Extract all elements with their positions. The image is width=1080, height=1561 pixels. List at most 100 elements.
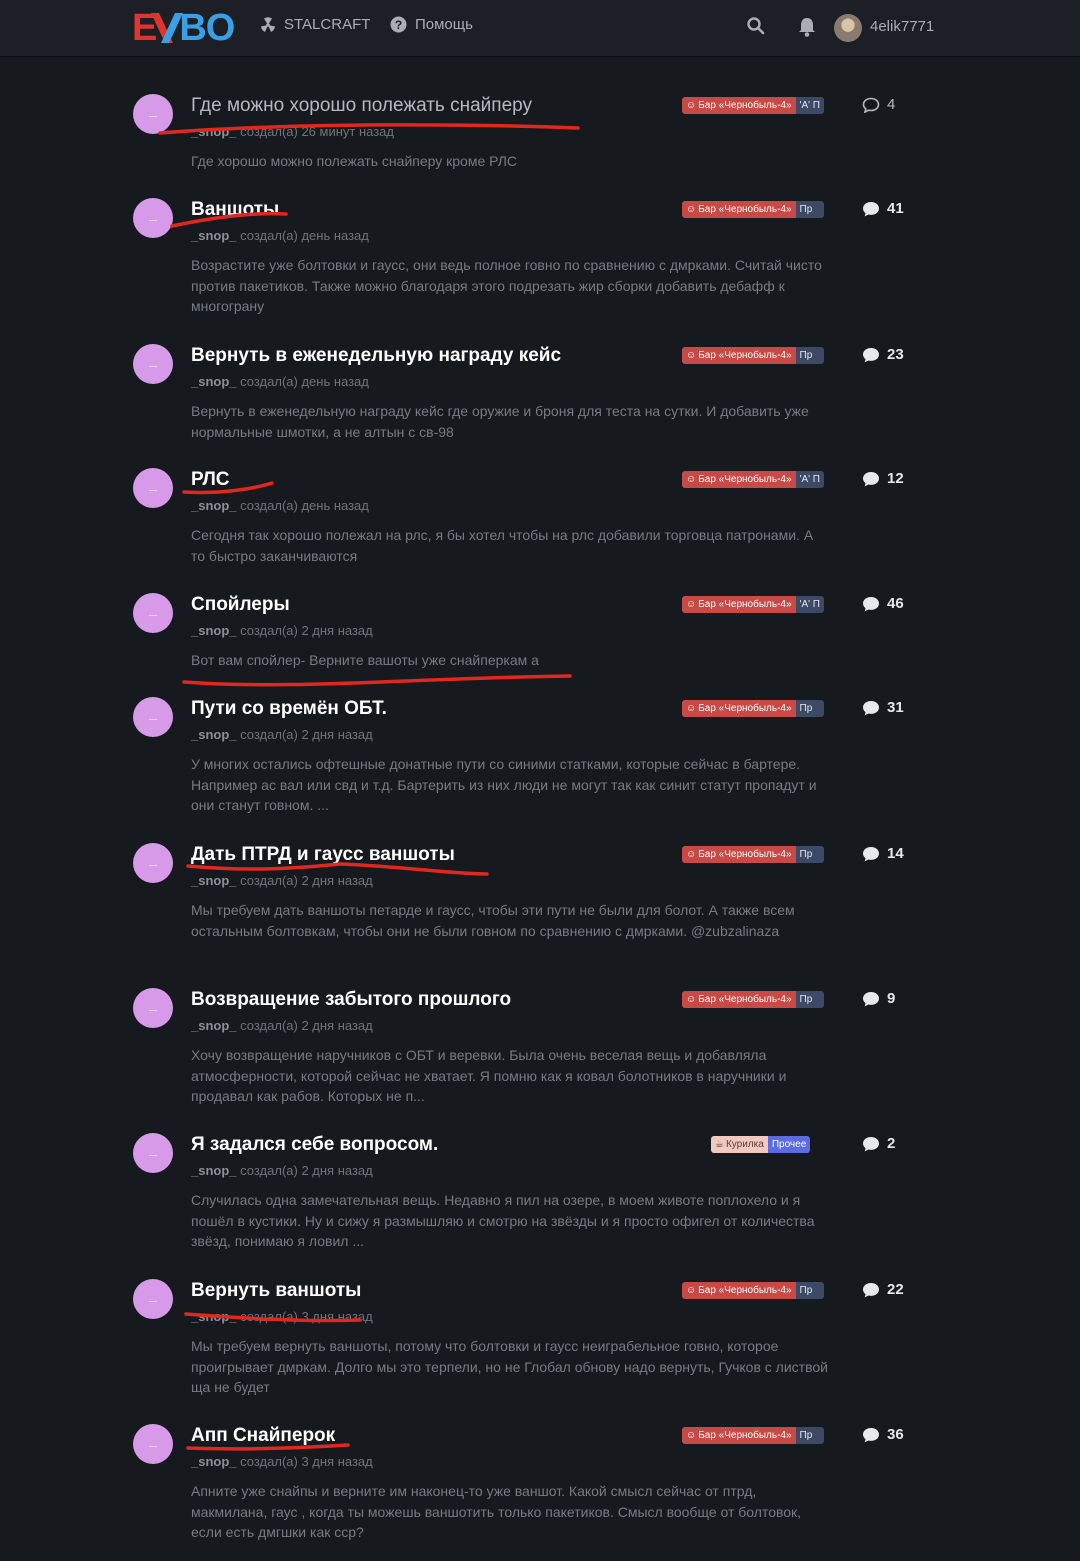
username[interactable]: 4elik7771 bbox=[870, 18, 934, 35]
topic-meta: _snop_ создал(а) 2 дня назад bbox=[191, 623, 373, 638]
author-avatar[interactable]: _ bbox=[133, 344, 173, 384]
tag-primary-label: Бар «Чернобыль-4» bbox=[698, 599, 792, 610]
comment-icon bbox=[863, 1282, 879, 1297]
tag-secondary[interactable]: Пр bbox=[795, 700, 824, 717]
topic-title[interactable]: Я задался себе вопросом. bbox=[191, 1134, 438, 1156]
tag-secondary-label: 'А' П bbox=[799, 100, 820, 111]
tag-secondary-label: Пр bbox=[799, 1285, 813, 1296]
tag-secondary[interactable]: Пр bbox=[795, 347, 824, 364]
topic-meta: _snop_ создал(а) 2 дня назад bbox=[191, 873, 373, 888]
topic-author[interactable]: _snop_ bbox=[191, 873, 237, 888]
tag-primary-label: Бар «Чернобыль-4» bbox=[698, 994, 792, 1005]
topic-title[interactable]: Вернуть в еженедельную награду кейс bbox=[191, 345, 561, 367]
tag-primary[interactable]: ☺ Бар «Чернобыль-4» bbox=[682, 347, 796, 364]
bell-icon[interactable] bbox=[797, 16, 817, 38]
topic-title[interactable]: Пути со времён ОБТ. bbox=[191, 698, 387, 720]
nav-help-label: Помощь bbox=[415, 16, 473, 33]
topic-created: создал(а) 3 дня назад bbox=[240, 1454, 373, 1469]
author-avatar[interactable]: _ bbox=[133, 988, 173, 1028]
reply-count: 9 bbox=[862, 990, 895, 1007]
topic-title[interactable]: Где можно хорошо полежать снайперу bbox=[191, 95, 532, 117]
tag-primary[interactable]: ☺ Бар «Чернобыль-4» bbox=[682, 97, 796, 114]
topic-title[interactable]: Апп Снайперок bbox=[191, 1425, 335, 1447]
comment-icon bbox=[863, 201, 879, 216]
topic-author[interactable]: _snop_ bbox=[191, 498, 237, 513]
topic-title[interactable]: Ваншоты bbox=[191, 199, 279, 221]
nav-stalcraft[interactable]: STALCRAFT bbox=[260, 16, 370, 33]
topic-created: создал(а) 2 дня назад bbox=[240, 1018, 373, 1033]
tag-secondary[interactable]: Пр bbox=[795, 991, 824, 1008]
reply-count: 41 bbox=[862, 200, 904, 217]
tag-secondary-label: 'А' П bbox=[799, 474, 820, 485]
topic-author[interactable]: _snop_ bbox=[191, 1454, 237, 1469]
tag-primary[interactable]: ☺ Бар «Чернобыль-4» bbox=[682, 596, 796, 613]
topic-title[interactable]: РЛС bbox=[191, 469, 230, 491]
topic-excerpt: Вернуть в еженедельную награду кейс где … bbox=[191, 403, 809, 440]
topic-title[interactable]: Вернуть ваншоты bbox=[191, 1280, 361, 1302]
tag-secondary[interactable]: 'А' П bbox=[795, 97, 824, 114]
tag-primary[interactable]: ☕ Курилка bbox=[711, 1136, 768, 1153]
tag-primary[interactable]: ☺ Бар «Чернобыль-4» bbox=[682, 846, 796, 863]
tag-secondary-label: Пр bbox=[799, 994, 813, 1005]
author-avatar[interactable]: _ bbox=[133, 1279, 173, 1319]
tag-secondary[interactable]: Пр bbox=[795, 1427, 824, 1444]
tag-secondary[interactable]: 'А' П bbox=[795, 471, 824, 488]
comment-icon bbox=[863, 700, 879, 715]
tag-primary[interactable]: ☺ Бар «Чернобыль-4» bbox=[682, 1427, 796, 1444]
author-avatar[interactable]: _ bbox=[133, 1133, 173, 1173]
comment-icon bbox=[863, 596, 879, 611]
tag-secondary-label: Пр bbox=[799, 350, 813, 361]
topic-title[interactable]: Дать ПТРД и гаусс ваншоты bbox=[191, 844, 455, 866]
author-avatar[interactable]: _ bbox=[133, 843, 173, 883]
tag-secondary[interactable]: Пр bbox=[795, 201, 824, 218]
tag-secondary[interactable]: 'А' П bbox=[795, 596, 824, 613]
topic-author[interactable]: _snop_ bbox=[191, 1309, 237, 1324]
tag-primary[interactable]: ☺ Бар «Чернобыль-4» bbox=[682, 201, 796, 218]
svg-text:?: ? bbox=[395, 18, 402, 32]
nav-stalcraft-label: STALCRAFT bbox=[284, 16, 371, 33]
topic-created: создал(а) 26 минут назад bbox=[240, 124, 395, 139]
reply-count-value: 9 bbox=[887, 990, 896, 1007]
nav-help[interactable]: ? Помощь bbox=[390, 16, 473, 33]
topic-title[interactable]: Возвращение забытого прошлого bbox=[191, 989, 511, 1011]
topic-tags: ☺ Бар «Чернобыль-4» 'А' П bbox=[682, 471, 824, 488]
tag-primary[interactable]: ☺ Бар «Чернобыль-4» bbox=[682, 471, 796, 488]
author-avatar[interactable]: _ bbox=[133, 94, 173, 134]
help-icon: ? bbox=[390, 16, 407, 33]
topic-author[interactable]: _snop_ bbox=[191, 1018, 237, 1033]
topic-author[interactable]: _snop_ bbox=[191, 228, 237, 243]
author-avatar[interactable]: _ bbox=[133, 697, 173, 737]
tag-secondary[interactable]: Прочее bbox=[767, 1136, 811, 1153]
topic-author[interactable]: _snop_ bbox=[191, 124, 237, 139]
comment-icon bbox=[863, 1427, 879, 1442]
topic-meta: _snop_ создал(а) 26 минут назад bbox=[191, 124, 394, 139]
tag-primary[interactable]: ☺ Бар «Чернобыль-4» bbox=[682, 1282, 796, 1299]
tag-primary-label: Бар «Чернобыль-4» bbox=[698, 849, 792, 860]
topic-tags: ☺ Бар «Чернобыль-4» Пр bbox=[682, 1427, 824, 1444]
tag-secondary-label: 'А' П bbox=[799, 599, 820, 610]
topic-title[interactable]: Спойлеры bbox=[191, 594, 290, 616]
user-avatar[interactable] bbox=[834, 14, 862, 42]
radiation-icon bbox=[261, 16, 275, 32]
tag-primary-label: Бар «Чернобыль-4» bbox=[698, 204, 792, 215]
exbo-logo[interactable]: E BO bbox=[132, 7, 235, 49]
author-avatar[interactable]: _ bbox=[133, 468, 173, 508]
tag-primary[interactable]: ☺ Бар «Чернобыль-4» bbox=[682, 700, 796, 717]
topic-author[interactable]: _snop_ bbox=[191, 727, 237, 742]
reply-count: 22 bbox=[862, 1281, 904, 1298]
topic-excerpt: Вот вам спойлер- Верните вашоты уже снай… bbox=[191, 652, 539, 668]
tag-primary[interactable]: ☺ Бар «Чернобыль-4» bbox=[682, 991, 796, 1008]
topic-author[interactable]: _snop_ bbox=[191, 623, 237, 638]
topic-author[interactable]: _snop_ bbox=[191, 374, 237, 389]
tag-primary-label: Бар «Чернобыль-4» bbox=[698, 1285, 792, 1296]
topic-tags: ☺ Бар «Чернобыль-4» Пр bbox=[682, 1282, 824, 1299]
reply-count: 36 bbox=[862, 1426, 904, 1443]
search-icon[interactable] bbox=[746, 16, 766, 36]
topic-meta: _snop_ создал(а) 2 дня назад bbox=[191, 727, 373, 742]
tag-secondary[interactable]: Пр bbox=[795, 846, 824, 863]
tag-secondary[interactable]: Пр bbox=[795, 1282, 824, 1299]
topic-author[interactable]: _snop_ bbox=[191, 1163, 237, 1178]
author-avatar[interactable]: _ bbox=[133, 593, 173, 633]
author-avatar[interactable]: _ bbox=[133, 198, 173, 238]
author-avatar[interactable]: _ bbox=[133, 1424, 173, 1464]
